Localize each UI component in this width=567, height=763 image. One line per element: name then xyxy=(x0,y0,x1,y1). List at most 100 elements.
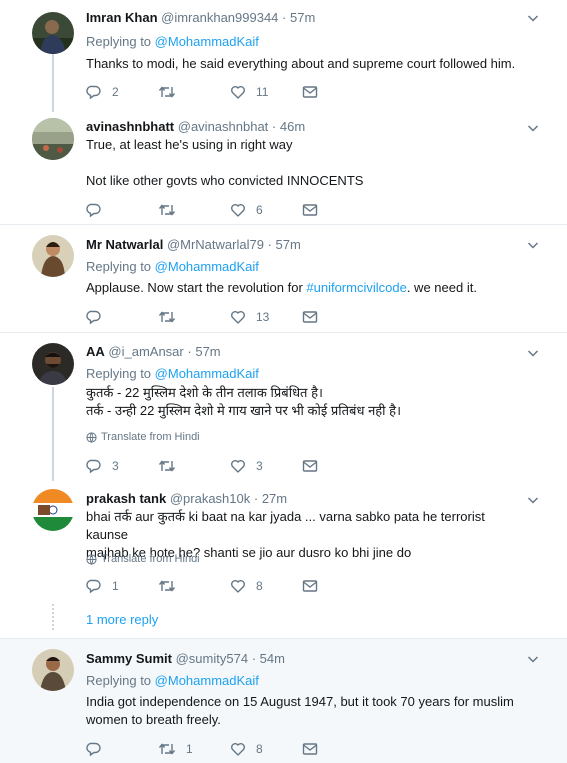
author-handle[interactable]: @imrankhan999344 xyxy=(161,10,278,25)
direct-message-button[interactable] xyxy=(302,308,318,326)
translate-link[interactable]: Translate from Hindi xyxy=(86,553,200,565)
tweet-text-line: Not like other govts who convicted INNOC… xyxy=(86,173,364,188)
chevron-down-icon[interactable] xyxy=(527,12,539,24)
tweet-header: AA @i_amAnsar · 57m xyxy=(86,344,221,359)
replying-to-label: Replying to xyxy=(86,34,152,49)
tweet-mr-natwarlal[interactable]: Mr Natwarlal @MrNatwarlal79 · 57m Replyi… xyxy=(0,225,567,333)
retweet-button[interactable] xyxy=(158,83,186,101)
author-name[interactable]: Sammy Sumit xyxy=(86,651,172,666)
retweet-button[interactable] xyxy=(158,201,186,219)
avatar[interactable] xyxy=(32,343,74,385)
author-handle[interactable]: @i_amAnsar xyxy=(108,344,183,359)
author-name[interactable]: prakash tank xyxy=(86,491,166,506)
reply-count: 3 xyxy=(112,459,119,473)
direct-message-button[interactable] xyxy=(302,740,318,758)
like-button[interactable]: 11 xyxy=(230,83,268,101)
reply-button[interactable]: 3 xyxy=(86,457,119,475)
chevron-down-icon[interactable] xyxy=(527,494,539,506)
reply-button[interactable] xyxy=(86,308,112,326)
avatar[interactable] xyxy=(32,118,74,160)
like-button[interactable]: 8 xyxy=(230,740,263,758)
heart-icon xyxy=(231,311,245,324)
replying-to: Replying to @MohammadKaif xyxy=(86,366,259,381)
tweet-header: Mr Natwarlal @MrNatwarlal79 · 57m xyxy=(86,237,301,252)
direct-message-button[interactable] xyxy=(302,83,318,101)
like-button[interactable]: 13 xyxy=(230,308,269,326)
reply-icon xyxy=(86,310,101,325)
tweet-text: True, at least he's using in right way N… xyxy=(86,136,526,190)
mention-link[interactable]: @MohammadKaif xyxy=(155,366,259,381)
avatar[interactable] xyxy=(32,235,74,277)
reply-count: 1 xyxy=(112,579,119,593)
reply-button[interactable]: 2 xyxy=(86,83,119,101)
reply-icon xyxy=(86,459,101,474)
translate-label: Translate from Hindi xyxy=(101,431,200,443)
like-button[interactable]: 3 xyxy=(230,457,263,475)
author-name[interactable]: avinashnbhatt xyxy=(86,119,174,134)
timestamp[interactable]: 46m xyxy=(280,119,305,134)
avatar[interactable] xyxy=(32,649,74,691)
direct-message-button[interactable] xyxy=(302,577,318,595)
tweet-header: Imran Khan @imrankhan999344 · 57m xyxy=(86,10,315,25)
author-name[interactable]: Imran Khan xyxy=(86,10,158,25)
timestamp[interactable]: 57m xyxy=(290,10,315,25)
replying-to: Replying to @MohammadKaif xyxy=(86,259,259,274)
author-handle[interactable]: @prakash10k xyxy=(170,491,250,506)
timestamp[interactable]: 54m xyxy=(260,651,285,666)
like-button[interactable]: 8 xyxy=(230,577,263,595)
thread-more-connector xyxy=(52,604,54,630)
timestamp[interactable]: 57m xyxy=(195,344,220,359)
chevron-down-icon[interactable] xyxy=(527,239,539,251)
separator-dot: · xyxy=(253,491,259,506)
tweet-prakash-tank[interactable]: prakash tank @prakash10k · 27m bhai तर्क… xyxy=(0,481,567,601)
translate-link[interactable]: Translate from Hindi xyxy=(86,431,200,443)
tweet-text-line: कुतर्क - 22 मुस्लिम देशो के तीन तलाक प्र… xyxy=(86,385,323,400)
chevron-down-icon[interactable] xyxy=(527,347,539,359)
avatar[interactable] xyxy=(32,489,74,531)
direct-message-button[interactable] xyxy=(302,457,318,475)
replying-to-label: Replying to xyxy=(86,673,152,688)
tweet-sammy-sumit[interactable]: Sammy Sumit @sumity574 · 54m Replying to… xyxy=(0,639,567,763)
timestamp[interactable]: 27m xyxy=(262,491,287,506)
like-button[interactable]: 6 xyxy=(230,201,263,219)
timestamp[interactable]: 57m xyxy=(276,237,301,252)
like-count: 6 xyxy=(256,203,263,217)
more-replies-link[interactable]: 1 more reply xyxy=(86,612,158,627)
mention-link[interactable]: @MohammadKaif xyxy=(155,259,259,274)
chevron-down-icon[interactable] xyxy=(527,122,539,134)
retweet-icon xyxy=(158,311,176,323)
author-handle[interactable]: @avinashnbhat xyxy=(178,119,269,134)
retweet-icon xyxy=(158,580,176,592)
author-name[interactable]: Mr Natwarlal xyxy=(86,237,163,252)
direct-message-button[interactable] xyxy=(302,201,318,219)
tweet-imran-khan[interactable]: Imran Khan @imrankhan999344 · 57m Replyi… xyxy=(0,0,567,112)
author-handle[interactable]: @MrNatwarlal79 xyxy=(167,237,264,252)
mention-link[interactable]: @MohammadKaif xyxy=(155,673,259,688)
reply-button[interactable] xyxy=(86,740,112,758)
mention-link[interactable]: @MohammadKaif xyxy=(155,34,259,49)
retweet-button[interactable] xyxy=(158,457,186,475)
retweet-button[interactable] xyxy=(158,577,186,595)
avatar[interactable] xyxy=(32,12,74,54)
retweet-button[interactable] xyxy=(158,308,186,326)
reply-button[interactable] xyxy=(86,201,112,219)
separator-dot: · xyxy=(271,119,277,134)
author-name[interactable]: AA xyxy=(86,344,105,359)
reply-icon xyxy=(86,742,101,757)
tweet-avinashnbhatt[interactable]: avinashnbhatt @avinashnbhat · 46m True, … xyxy=(0,112,567,225)
hashtag-link[interactable]: #uniformcivilcode xyxy=(306,280,406,295)
tweet-aa[interactable]: AA @i_amAnsar · 57m Replying to @Mohamma… xyxy=(0,333,567,481)
separator-dot: · xyxy=(267,237,272,252)
chevron-down-icon[interactable] xyxy=(527,653,539,665)
envelope-icon xyxy=(302,743,318,755)
tweet-text-line: तर्क - उन्ही 22 मुस्लिम देशो मे गाय खाने… xyxy=(86,403,401,418)
translate-label: Translate from Hindi xyxy=(101,553,200,565)
reply-button[interactable]: 1 xyxy=(86,577,119,595)
tweet-text-start: Applause. Now start the revolution for xyxy=(86,280,307,295)
author-handle[interactable]: @sumity574 xyxy=(176,651,248,666)
retweet-icon xyxy=(158,204,176,216)
retweet-button[interactable]: 1 xyxy=(158,740,193,758)
replying-to-label: Replying to xyxy=(86,259,152,274)
heart-icon xyxy=(231,580,245,593)
globe-icon xyxy=(86,431,97,443)
